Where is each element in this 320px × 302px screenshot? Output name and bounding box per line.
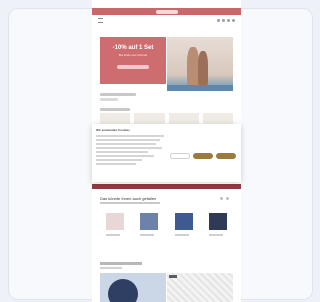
- cookie-text-line: [96, 147, 162, 149]
- product-carousel: [100, 210, 233, 244]
- product-image: [208, 213, 227, 230]
- site-header: [92, 15, 241, 25]
- editorial-image[interactable]: [100, 273, 166, 302]
- editorial-subtitle: [100, 267, 122, 269]
- hero-subtitle: Bis Ende des Monats: [118, 53, 148, 57]
- wishlist-icon[interactable]: [227, 18, 230, 22]
- product-image: [140, 213, 159, 230]
- cookie-text-line: [96, 151, 148, 153]
- cookie-reject-button[interactable]: [193, 153, 213, 159]
- cookie-text-line: [96, 163, 136, 165]
- search-icon[interactable]: [217, 18, 220, 22]
- promo-bar[interactable]: [92, 8, 241, 15]
- header-icons: [217, 18, 235, 22]
- editorial-image[interactable]: [167, 273, 233, 302]
- cookie-text-line: [96, 143, 156, 145]
- cookie-settings-button[interactable]: [170, 153, 190, 159]
- cookie-text-line: [96, 139, 160, 141]
- cookie-consent-banner: Wir verwenden Cookies: [92, 124, 241, 182]
- image-tag: [169, 275, 177, 278]
- products-heading: Das könnte Ihnen auch gefallen: [100, 196, 157, 201]
- product-card[interactable]: [100, 210, 130, 244]
- product-card[interactable]: [169, 210, 199, 244]
- category-title: [100, 108, 130, 111]
- hero-title: -10% auf 1 Set: [112, 45, 154, 51]
- cart-icon[interactable]: [232, 18, 235, 22]
- menu-icon[interactable]: [98, 17, 103, 23]
- cookie-title: Wir verwenden Cookies: [96, 128, 130, 132]
- model-figure: [108, 279, 138, 302]
- section-subtitle: [100, 98, 118, 101]
- hero-photo[interactable]: [167, 37, 233, 91]
- editorial-heading: [100, 262, 142, 265]
- section-title: [100, 93, 136, 96]
- cookie-accept-button[interactable]: [216, 153, 236, 159]
- product-price: [174, 234, 189, 236]
- product-card[interactable]: [203, 210, 233, 244]
- carousel-arrows: [220, 197, 229, 200]
- hero-cta-button[interactable]: [117, 65, 149, 69]
- product-image: [174, 213, 193, 230]
- product-card[interactable]: [134, 210, 164, 244]
- product-price: [208, 234, 223, 236]
- hero-banner[interactable]: -10% auf 1 Set Bis Ende des Monats: [100, 37, 166, 84]
- promo-pill: [155, 9, 178, 14]
- product-price: [106, 234, 120, 236]
- divider-strip: [92, 184, 241, 189]
- cookie-text-line: [96, 155, 154, 157]
- account-icon[interactable]: [222, 18, 225, 22]
- cookie-text-line: [96, 159, 142, 161]
- photo-caption-bar: [167, 85, 233, 91]
- arrow-right-icon[interactable]: [226, 197, 229, 200]
- product-price: [140, 234, 155, 236]
- model-figure: [198, 51, 208, 85]
- product-image: [106, 213, 124, 230]
- products-subtitle: [100, 202, 160, 204]
- cookie-text-line: [96, 135, 164, 137]
- arrow-left-icon[interactable]: [220, 197, 223, 200]
